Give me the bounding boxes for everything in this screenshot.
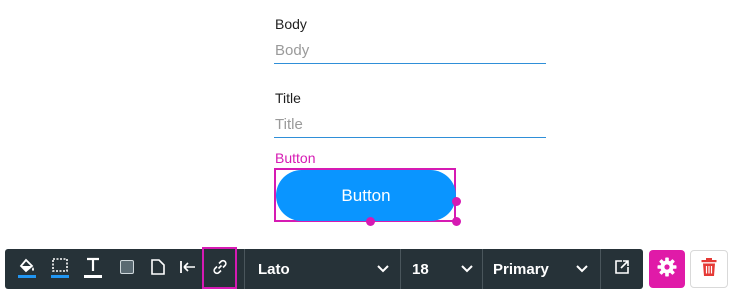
text-color-icon [83,255,103,284]
gear-icon [656,256,678,283]
text-color-button[interactable] [80,249,106,289]
resize-handle-bottom[interactable] [366,217,375,226]
background-square-icon [119,259,135,280]
fill-color-button[interactable] [14,249,40,289]
settings-button[interactable] [649,250,685,288]
body-field-label: Body [275,16,307,32]
page-icon [150,258,166,281]
body-input[interactable] [274,37,546,64]
chevron-down-icon [575,261,589,278]
toolbar-divider [482,249,483,289]
align-left-icon [179,259,197,280]
button-style-select[interactable]: Primary [493,249,589,289]
border-color-button[interactable] [47,249,73,289]
font-size-value: 18 [412,260,429,278]
formatting-toolbar: Lato 18 Primary [5,249,643,289]
toolbar-divider [244,249,245,289]
button-style-value: Primary [493,260,549,278]
align-left-button[interactable] [175,249,201,289]
primary-button[interactable]: Button [276,170,456,221]
link-active-outline [202,247,237,289]
fill-color-icon [17,255,37,284]
toolbar-divider [400,249,401,289]
border-color-icon [50,255,70,284]
resize-handle-corner[interactable] [452,217,461,226]
toolbar-divider [600,249,601,289]
font-family-value: Lato [258,260,290,278]
background-color-button[interactable] [114,249,140,289]
resize-handle-right[interactable] [452,197,461,206]
delete-button[interactable] [690,250,728,288]
chevron-down-icon [460,261,474,278]
button-field-label: Button [275,150,316,166]
font-family-select[interactable]: Lato [258,249,390,289]
title-field-label: Title [275,90,301,106]
chevron-down-icon [376,261,390,278]
page-button[interactable] [145,249,171,289]
title-input[interactable] [274,111,546,138]
font-size-select[interactable]: 18 [412,249,474,289]
external-link-icon [613,258,631,281]
open-link-button[interactable] [608,249,636,289]
trash-icon [700,257,718,282]
